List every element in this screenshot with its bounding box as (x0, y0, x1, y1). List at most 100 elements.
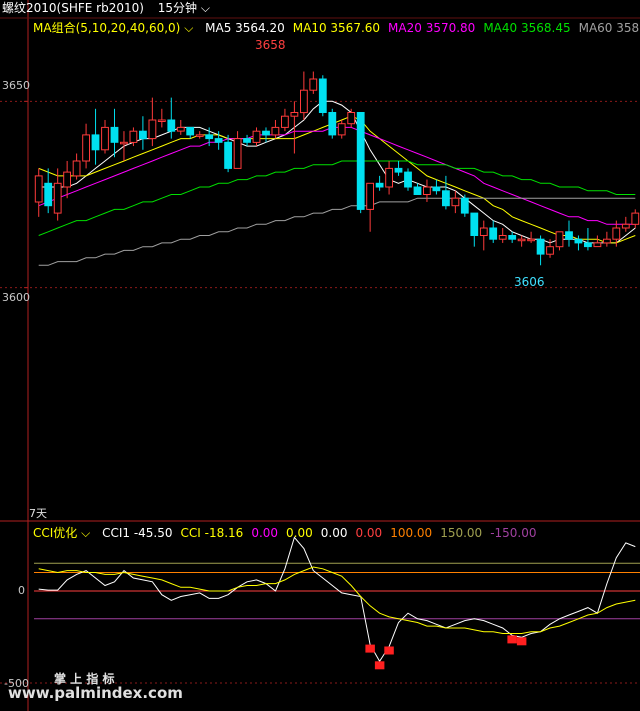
candle-down (328, 112, 337, 136)
cci-legend-items: CCI1 -45.50 CCI -18.16 0.00 0.00 0.00 0.00 100… (102, 526, 544, 540)
cci-signal-bar (507, 635, 517, 644)
candle-down (214, 138, 223, 143)
symbol-title: 螺纹2010(SHFE rb2010) (2, 1, 144, 15)
cci-line-cci1 (38, 536, 636, 663)
candle-up (555, 231, 564, 248)
candle-up (423, 186, 431, 195)
candle-up (621, 223, 630, 229)
candle-up (157, 119, 166, 122)
candle-down (44, 182, 53, 207)
candle-down (413, 186, 422, 195)
candle-up (612, 227, 621, 240)
candle-up (593, 242, 602, 248)
candle-up (233, 138, 242, 169)
candle-up (82, 134, 90, 162)
candle-up (34, 175, 43, 203)
chart-title-bar[interactable]: 螺纹2010(SHFE rb2010) 15分钟 ⌵ (2, 1, 210, 15)
chevron-down-icon[interactable]: ⌵ (81, 526, 90, 540)
candle-up (290, 112, 299, 117)
cci-legend-item-0: CCI1 -45.50 (102, 526, 173, 540)
price-chart-canvas[interactable] (0, 0, 640, 711)
candle-up (176, 126, 185, 132)
candle-down (139, 130, 147, 140)
cci-legend-item-7: 150.00 (440, 526, 483, 540)
chevron-down-icon: ⌵ (200, 1, 210, 15)
candle-up (385, 167, 394, 188)
ma-legend-ma20: MA20 3570.80 (388, 21, 476, 35)
ma-legend-label[interactable]: MA组合(5,10,20,40,60,0) (33, 21, 180, 35)
high-price-label: 3658 (255, 38, 286, 52)
candle-up (53, 182, 62, 214)
period-selector[interactable]: 15分钟 ⌵ (158, 1, 210, 15)
candle-up (63, 171, 72, 188)
candle-up (603, 238, 611, 244)
chevron-down-icon[interactable]: ⌵ (184, 21, 193, 35)
cci-legend-item-1: CCI -18.16 (180, 526, 244, 540)
cci-legend-label[interactable]: CCI优化 (33, 526, 77, 540)
candle-down (508, 235, 517, 240)
price-tick-3600: 3600 (2, 291, 30, 304)
cci-legend-item-4: 0.00 (320, 526, 348, 540)
candle-up (195, 134, 204, 137)
candle-up (309, 78, 318, 91)
candle-down (460, 197, 469, 214)
cci-tick-0: 0 (18, 584, 25, 597)
candle-down (536, 238, 545, 255)
candle-up (546, 246, 554, 255)
candle-up (517, 238, 526, 242)
candle-down (186, 126, 195, 136)
cci-legend-item-3: 0.00 (286, 526, 313, 540)
cci-indicator-lines (38, 536, 636, 670)
candle-down (404, 171, 412, 188)
candle-down (565, 231, 573, 240)
candle-down (167, 119, 176, 132)
cci-legend-item-2: 0.00 (251, 526, 279, 540)
candle-down (584, 242, 592, 248)
candle-up (72, 160, 81, 177)
candle-down (394, 167, 403, 173)
candle-up (337, 123, 346, 136)
candle-up (129, 130, 138, 143)
low-price-label: 3606 (514, 275, 545, 289)
candle-down (262, 130, 270, 136)
candle-up (271, 126, 280, 136)
pane-tag: 7天 (29, 507, 47, 520)
ma-legend: MA组合(5,10,20,40,60,0) ⌵ MA5 3564.20 MA10 … (33, 21, 640, 35)
candle-down (375, 182, 384, 188)
candlestick-series (34, 71, 640, 266)
candle-down (442, 190, 450, 207)
cci-legend-item-6: 100.00 (390, 526, 433, 540)
cci-signal-bar (516, 637, 527, 646)
candle-up (300, 89, 308, 114)
candle-down (356, 112, 365, 210)
candle-up (252, 130, 261, 143)
candle-down (110, 126, 119, 143)
period-label: 15分钟 (157, 1, 198, 15)
ma-legend-items: MA5 3564.20 MA10 3567.60 MA20 3570.80 MA40 … (205, 21, 640, 35)
moving-average-lines (38, 100, 636, 266)
candle-down (470, 212, 479, 237)
candle-down (224, 141, 232, 169)
candle-down (205, 134, 214, 140)
cci-signal-bar (374, 661, 385, 670)
ma-legend-ma60: MA60 3583.80 (578, 21, 640, 35)
price-tick-3650: 3650 (2, 79, 30, 92)
ma-legend-ma10: MA10 3567.60 (292, 21, 381, 35)
cci-legend-item-8: -150.00 (490, 526, 537, 540)
ma-legend-ma40: MA40 3568.45 (483, 21, 571, 35)
candle-up (366, 182, 375, 210)
candle-down (91, 134, 100, 151)
candle-up (347, 112, 356, 125)
ma-line-ma10 (38, 115, 636, 244)
watermark-url: www.palmindex.com (8, 684, 183, 702)
candle-down (318, 78, 327, 113)
candle-up (631, 212, 640, 225)
candle-up (527, 238, 536, 242)
cci-signal-bar (365, 644, 375, 653)
candle-down (574, 238, 583, 244)
cci-legend-item-5: 0.00 (355, 526, 383, 540)
candle-down (432, 186, 441, 192)
cci-legend: CCI优化 ⌵ CCI1 -45.50 CCI -18.16 0.00 0.00 0.0… (33, 526, 545, 540)
cci-line-cci (38, 566, 636, 634)
candle-up (120, 141, 128, 145)
